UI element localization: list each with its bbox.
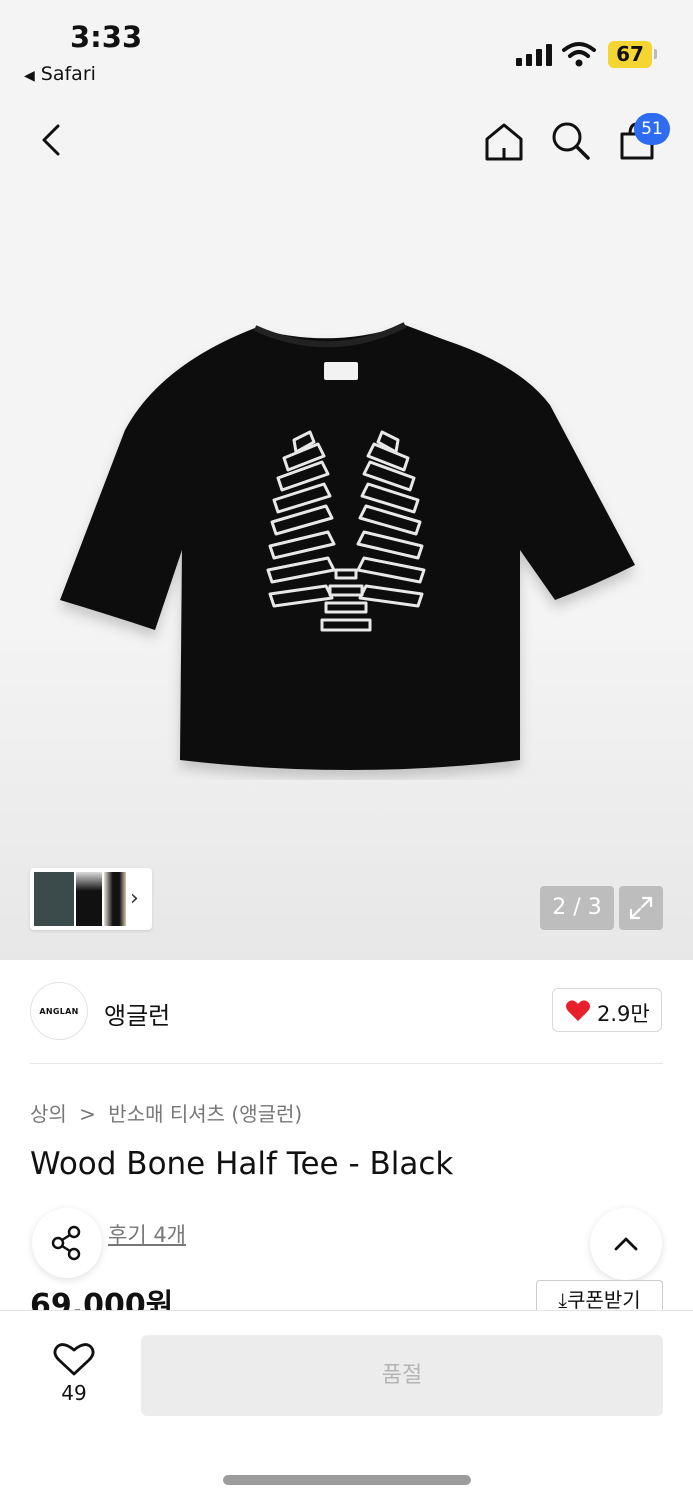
- divider: [30, 1063, 663, 1064]
- brand-like-button[interactable]: 2.9만: [552, 988, 662, 1032]
- brand-logo[interactable]: ANGLAN: [30, 982, 88, 1040]
- heart-filled-icon: [566, 1000, 590, 1021]
- product-title: Wood Bone Half Tee - Black: [30, 1146, 454, 1182]
- breadcrumb: 상의 > 반소매 티셔츠 (앵글런): [30, 1098, 302, 1127]
- product-price: 69,000원: [30, 1288, 174, 1312]
- back-app-label: Safari: [40, 63, 96, 85]
- wishlist-heart-icon[interactable]: [48, 1341, 100, 1377]
- chevron-up-icon: [614, 1237, 638, 1251]
- breadcrumb-separator: >: [79, 1102, 96, 1126]
- wishlist-count: 49: [61, 1381, 87, 1405]
- home-icon[interactable]: [482, 120, 526, 164]
- thumbnail-1[interactable]: [34, 872, 74, 926]
- breadcrumb-category[interactable]: 상의: [30, 1102, 67, 1126]
- cart-badge: 51: [634, 113, 670, 145]
- battery-nub: [654, 49, 657, 59]
- thumbnail-next-icon[interactable]: ›: [130, 886, 139, 911]
- scroll-top-button[interactable]: [590, 1208, 662, 1280]
- sold-out-button: 품절: [141, 1335, 663, 1416]
- bottom-action-bar: 49 품절: [0, 1310, 693, 1500]
- brand-like-count: 2.9만: [597, 1002, 650, 1026]
- image-counter: 2 / 3: [540, 886, 614, 930]
- download-icon: ⤓: [558, 1288, 568, 1312]
- status-bar: 3:33 ◀ Safari 67: [0, 0, 693, 100]
- product-gallery[interactable]: › 2 / 3: [0, 100, 693, 960]
- status-time: 3:33: [70, 20, 143, 54]
- brand-name[interactable]: 앵글런: [104, 996, 170, 1031]
- back-to-app-link[interactable]: ◀ Safari: [24, 63, 96, 85]
- expand-icon[interactable]: [619, 886, 663, 930]
- thumbnail-strip[interactable]: ›: [30, 868, 152, 930]
- wifi-icon: [562, 42, 596, 67]
- search-icon[interactable]: [548, 118, 592, 162]
- battery-indicator: 67: [608, 41, 652, 68]
- thumbnail-2[interactable]: [76, 872, 102, 926]
- cellular-signal-icon: [516, 44, 552, 66]
- home-indicator: [223, 1475, 471, 1485]
- breadcrumb-subcategory[interactable]: 반소매 티셔츠 (앵글런): [108, 1102, 302, 1126]
- share-button[interactable]: [32, 1208, 102, 1278]
- coupon-button[interactable]: ⤓쿠폰받기: [536, 1280, 663, 1312]
- thumbnail-3[interactable]: [104, 872, 126, 926]
- share-icon: [51, 1225, 81, 1261]
- product-tshirt-image: [60, 322, 635, 770]
- chevron-left-icon[interactable]: [30, 118, 74, 162]
- coupon-label: 쿠폰받기: [567, 1288, 641, 1312]
- review-link[interactable]: 후기 4개: [108, 1219, 186, 1249]
- back-triangle-icon: ◀: [24, 68, 35, 84]
